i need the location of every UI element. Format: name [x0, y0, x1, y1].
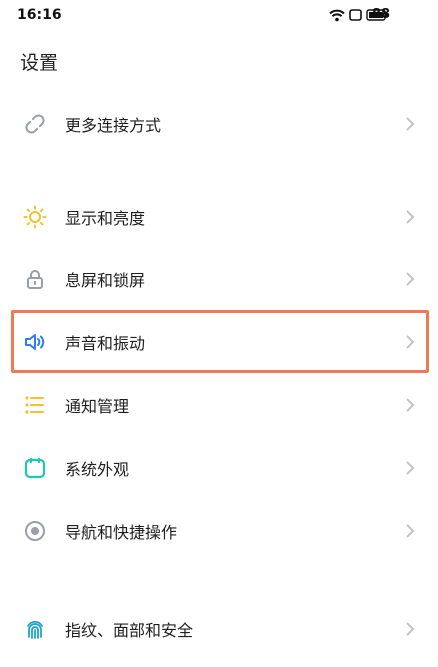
appearance-icon	[22, 455, 48, 481]
settings-item-label: 更多连接方式	[65, 116, 162, 135]
lock-icon	[22, 266, 48, 292]
status-time: 16:16	[17, 7, 62, 23]
chevron-right-icon	[404, 523, 416, 539]
chevron-right-icon	[404, 460, 416, 476]
settings-item-label: 息屏和锁屏	[65, 271, 146, 290]
chevron-right-icon	[404, 209, 416, 225]
navigation-icon	[22, 518, 48, 544]
sun-icon	[22, 204, 48, 230]
chevron-right-icon	[404, 116, 416, 132]
status-bar: 16:16 88	[0, 0, 438, 30]
wifi-icon	[329, 9, 345, 22]
battery-level: 88	[372, 7, 391, 22]
settings-item-label: 通知管理	[65, 397, 130, 416]
chevron-right-icon	[404, 271, 416, 287]
list-icon	[22, 392, 48, 418]
page-title: 设置	[20, 52, 59, 74]
fingerprint-icon	[22, 616, 48, 642]
settings-item-label: 导航和快捷操作	[65, 523, 178, 542]
settings-item-label: 系统外观	[65, 460, 130, 479]
settings-item-fingerprint-security[interactable]: 指纹、面部和安全	[0, 598, 438, 660]
chevron-right-icon	[404, 621, 416, 637]
settings-item-label: 显示和亮度	[65, 209, 146, 228]
highlight-box	[11, 310, 429, 373]
settings-item-notifications[interactable]: 通知管理	[0, 374, 438, 436]
settings-item-more-connections[interactable]: 更多连接方式	[0, 93, 438, 155]
settings-item-screen-lock[interactable]: 息屏和锁屏	[0, 248, 438, 310]
settings-item-label: 指纹、面部和安全	[65, 621, 194, 640]
settings-item-navigation-shortcuts[interactable]: 导航和快捷操作	[0, 500, 438, 562]
settings-item-display-brightness[interactable]: 显示和亮度	[0, 186, 438, 248]
chevron-right-icon	[404, 397, 416, 413]
link-icon	[22, 111, 48, 137]
notification-icon	[349, 9, 362, 21]
settings-item-system-appearance[interactable]: 系统外观	[0, 437, 438, 499]
